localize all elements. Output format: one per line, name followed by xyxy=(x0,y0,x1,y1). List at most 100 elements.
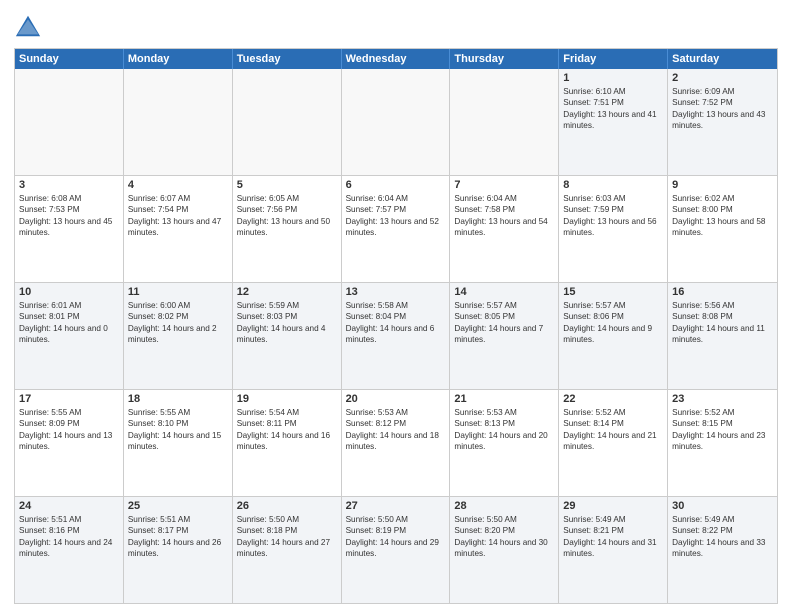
cell-info: Sunrise: 5:57 AMSunset: 8:05 PMDaylight:… xyxy=(454,300,554,346)
cell-info: Sunrise: 6:04 AMSunset: 7:57 PMDaylight:… xyxy=(346,193,446,239)
cell-info: Sunrise: 6:04 AMSunset: 7:58 PMDaylight:… xyxy=(454,193,554,239)
calendar-cell-25: 25 Sunrise: 5:51 AMSunset: 8:17 PMDayligh… xyxy=(124,497,233,603)
calendar-cell-empty xyxy=(342,69,451,175)
header-day-sunday: Sunday xyxy=(15,49,124,69)
calendar-cell-5: 5Sunrise: 6:05 AMSunset: 7:56 PMDaylight… xyxy=(233,176,342,282)
cell-info: Sunrise: 6:09 AMSunset: 7:52 PMDaylight:… xyxy=(672,86,773,132)
cell-info: Sunrise: 5:49 AMSunset: 8:21 PMDaylight:… xyxy=(563,514,663,560)
day-number: 7 xyxy=(454,179,554,191)
calendar-cell-27: 27 Sunrise: 5:50 AMSunset: 8:19 PMDayligh… xyxy=(342,497,451,603)
cell-info: Sunrise: 5:50 AMSunset: 8:20 PMDaylight:… xyxy=(454,514,554,560)
calendar-cell-17: 17 Sunrise: 5:55 AMSunset: 8:09 PMDayligh… xyxy=(15,390,124,496)
day-number: 20 xyxy=(346,393,446,405)
cell-info: Sunrise: 5:51 AMSunset: 8:17 PMDaylight:… xyxy=(128,514,228,560)
calendar-cell-19: 19Sunrise: 5:54 AMSunset: 8:11 PMDayligh… xyxy=(233,390,342,496)
calendar-row-1: 3 Sunrise: 6:08 AMSunset: 7:53 PMDaylight… xyxy=(15,175,777,282)
logo-icon xyxy=(14,12,42,40)
cell-info: Sunrise: 5:51 AMSunset: 8:16 PMDaylight:… xyxy=(19,514,119,560)
day-number: 18 xyxy=(128,393,228,405)
cell-info: Sunrise: 5:57 AMSunset: 8:06 PMDaylight:… xyxy=(563,300,663,346)
calendar-body: 1 Sunrise: 6:10 AMSunset: 7:51 PMDaylight… xyxy=(15,69,777,603)
calendar-cell-28: 28 Sunrise: 5:50 AMSunset: 8:20 PMDayligh… xyxy=(450,497,559,603)
calendar-row-0: 1 Sunrise: 6:10 AMSunset: 7:51 PMDaylight… xyxy=(15,69,777,175)
day-number: 26 xyxy=(237,500,337,512)
day-number: 17 xyxy=(19,393,119,405)
cell-info: Sunrise: 5:50 AMSunset: 8:18 PMDaylight:… xyxy=(237,514,337,560)
day-number: 2 xyxy=(672,72,773,84)
cell-info: Sunrise: 5:55 AMSunset: 8:10 PMDaylight:… xyxy=(128,407,228,453)
day-number: 8 xyxy=(563,179,663,191)
day-number: 29 xyxy=(563,500,663,512)
day-number: 4 xyxy=(128,179,228,191)
day-number: 12 xyxy=(237,286,337,298)
day-number: 15 xyxy=(563,286,663,298)
calendar-cell-empty xyxy=(450,69,559,175)
day-number: 9 xyxy=(672,179,773,191)
calendar-cell-empty xyxy=(233,69,342,175)
calendar-cell-13: 13Sunrise: 5:58 AMSunset: 8:04 PMDayligh… xyxy=(342,283,451,389)
cell-info: Sunrise: 5:59 AMSunset: 8:03 PMDaylight:… xyxy=(237,300,337,346)
calendar-cell-1: 1 Sunrise: 6:10 AMSunset: 7:51 PMDaylight… xyxy=(559,69,668,175)
day-number: 19 xyxy=(237,393,337,405)
day-number: 11 xyxy=(128,286,228,298)
day-number: 25 xyxy=(128,500,228,512)
cell-info: Sunrise: 5:53 AMSunset: 8:12 PMDaylight:… xyxy=(346,407,446,453)
calendar-row-2: 10 Sunrise: 6:01 AMSunset: 8:01 PMDayligh… xyxy=(15,282,777,389)
day-number: 24 xyxy=(19,500,119,512)
day-number: 22 xyxy=(563,393,663,405)
cell-info: Sunrise: 5:52 AMSunset: 8:14 PMDaylight:… xyxy=(563,407,663,453)
cell-info: Sunrise: 6:07 AMSunset: 7:54 PMDaylight:… xyxy=(128,193,228,239)
calendar-cell-29: 29 Sunrise: 5:49 AMSunset: 8:21 PMDayligh… xyxy=(559,497,668,603)
header-day-friday: Friday xyxy=(559,49,668,69)
calendar-cell-11: 11 Sunrise: 6:00 AMSunset: 8:02 PMDayligh… xyxy=(124,283,233,389)
calendar-cell-4: 4 Sunrise: 6:07 AMSunset: 7:54 PMDaylight… xyxy=(124,176,233,282)
header xyxy=(14,12,778,40)
header-day-wednesday: Wednesday xyxy=(342,49,451,69)
cell-info: Sunrise: 5:55 AMSunset: 8:09 PMDaylight:… xyxy=(19,407,119,453)
header-day-monday: Monday xyxy=(124,49,233,69)
calendar-cell-14: 14 Sunrise: 5:57 AMSunset: 8:05 PMDayligh… xyxy=(450,283,559,389)
logo xyxy=(14,12,46,40)
cell-info: Sunrise: 6:10 AMSunset: 7:51 PMDaylight:… xyxy=(563,86,663,132)
day-number: 10 xyxy=(19,286,119,298)
day-number: 30 xyxy=(672,500,773,512)
calendar-cell-18: 18 Sunrise: 5:55 AMSunset: 8:10 PMDayligh… xyxy=(124,390,233,496)
calendar-cell-24: 24 Sunrise: 5:51 AMSunset: 8:16 PMDayligh… xyxy=(15,497,124,603)
day-number: 23 xyxy=(672,393,773,405)
calendar-cell-20: 20 Sunrise: 5:53 AMSunset: 8:12 PMDayligh… xyxy=(342,390,451,496)
day-number: 27 xyxy=(346,500,446,512)
calendar-cell-15: 15 Sunrise: 5:57 AMSunset: 8:06 PMDayligh… xyxy=(559,283,668,389)
calendar: SundayMondayTuesdayWednesdayThursdayFrid… xyxy=(14,48,778,604)
day-number: 14 xyxy=(454,286,554,298)
cell-info: Sunrise: 5:50 AMSunset: 8:19 PMDaylight:… xyxy=(346,514,446,560)
calendar-cell-2: 2 Sunrise: 6:09 AMSunset: 7:52 PMDaylight… xyxy=(668,69,777,175)
page: SundayMondayTuesdayWednesdayThursdayFrid… xyxy=(0,0,792,612)
calendar-cell-23: 23Sunrise: 5:52 AMSunset: 8:15 PMDayligh… xyxy=(668,390,777,496)
calendar-cell-30: 30Sunrise: 5:49 AMSunset: 8:22 PMDayligh… xyxy=(668,497,777,603)
header-day-saturday: Saturday xyxy=(668,49,777,69)
calendar-cell-22: 22 Sunrise: 5:52 AMSunset: 8:14 PMDayligh… xyxy=(559,390,668,496)
cell-info: Sunrise: 6:00 AMSunset: 8:02 PMDaylight:… xyxy=(128,300,228,346)
day-number: 1 xyxy=(563,72,663,84)
header-day-tuesday: Tuesday xyxy=(233,49,342,69)
header-day-thursday: Thursday xyxy=(450,49,559,69)
calendar-cell-21: 21Sunrise: 5:53 AMSunset: 8:13 PMDayligh… xyxy=(450,390,559,496)
day-number: 21 xyxy=(454,393,554,405)
day-number: 3 xyxy=(19,179,119,191)
calendar-cell-empty xyxy=(124,69,233,175)
cell-info: Sunrise: 6:01 AMSunset: 8:01 PMDaylight:… xyxy=(19,300,119,346)
cell-info: Sunrise: 6:02 AMSunset: 8:00 PMDaylight:… xyxy=(672,193,773,239)
calendar-row-4: 24 Sunrise: 5:51 AMSunset: 8:16 PMDayligh… xyxy=(15,496,777,603)
calendar-row-3: 17 Sunrise: 5:55 AMSunset: 8:09 PMDayligh… xyxy=(15,389,777,496)
calendar-cell-16: 16Sunrise: 5:56 AMSunset: 8:08 PMDayligh… xyxy=(668,283,777,389)
calendar-cell-9: 9 Sunrise: 6:02 AMSunset: 8:00 PMDaylight… xyxy=(668,176,777,282)
cell-info: Sunrise: 5:56 AMSunset: 8:08 PMDaylight:… xyxy=(672,300,773,346)
calendar-cell-26: 26 Sunrise: 5:50 AMSunset: 8:18 PMDayligh… xyxy=(233,497,342,603)
cell-info: Sunrise: 6:08 AMSunset: 7:53 PMDaylight:… xyxy=(19,193,119,239)
calendar-cell-7: 7 Sunrise: 6:04 AMSunset: 7:58 PMDaylight… xyxy=(450,176,559,282)
cell-info: Sunrise: 6:05 AMSunset: 7:56 PMDaylight:… xyxy=(237,193,337,239)
day-number: 28 xyxy=(454,500,554,512)
cell-info: Sunrise: 6:03 AMSunset: 7:59 PMDaylight:… xyxy=(563,193,663,239)
calendar-header: SundayMondayTuesdayWednesdayThursdayFrid… xyxy=(15,49,777,69)
calendar-cell-empty xyxy=(15,69,124,175)
